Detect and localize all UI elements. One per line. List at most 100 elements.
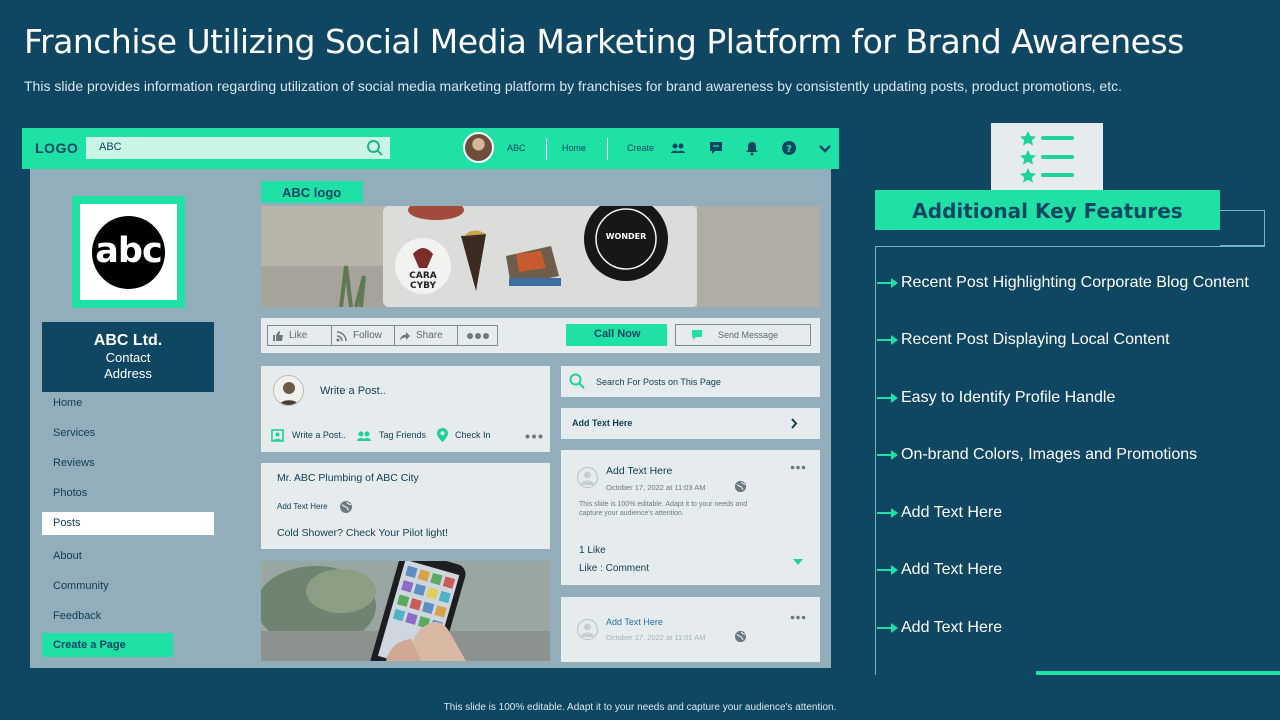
arrow-right-icon [877,565,898,575]
feed-post-title[interactable]: Add Text Here [606,465,672,477]
feed-post-date: October 17, 2022 at 11:01 AM [606,633,706,642]
follow-label: Follow [353,330,382,341]
send-message-label: Send Message [718,330,779,340]
user-name[interactable]: ABC [507,143,526,153]
profile-picture[interactable]: abc [72,196,185,308]
header-outline [1220,210,1265,246]
post-meta: Add Text Here [277,502,328,511]
share-button[interactable]: Share [394,325,458,346]
like-label: Like [289,330,308,341]
write-post-input[interactable]: Write a Post.. [320,385,386,397]
company-address: Address [104,366,152,381]
sidebar-item-feedback[interactable]: Feedback [53,610,101,622]
messenger-icon[interactable] [708,140,724,156]
like-count[interactable]: 1 Like [579,545,606,556]
follow-button[interactable]: Follow [331,325,395,346]
more-dots-icon [467,333,489,339]
call-now-button[interactable]: Call Now [566,324,667,346]
home-link[interactable]: Home [562,143,586,153]
feature-item-label: Recent Post Displaying Local Content [901,331,1170,348]
slide-title: Franchise Utilizing Social Media Marketi… [24,22,1184,61]
feed-post-title[interactable]: Add Text Here [606,617,663,627]
sidebar-item-community[interactable]: Community [53,580,109,592]
globe-icon [734,480,747,493]
features-header: Additional Key Features [875,190,1220,230]
tag-friends-icon [357,431,371,441]
caret-down-icon[interactable] [793,559,803,565]
accent-line [1036,671,1280,675]
phone-photo-image [261,561,550,661]
like-comment-links[interactable]: Like : Comment [579,563,649,574]
post-photo[interactable] [261,561,550,661]
svg-text:?: ? [786,144,792,155]
feature-list-icon-box [991,123,1103,191]
svg-text:CARA: CARA [409,271,437,281]
cover-image: CARA CYBY WONDER [261,206,820,307]
like-button[interactable]: Like [267,325,332,346]
rss-icon [336,331,347,342]
features-header-label: Additional Key Features [912,199,1183,223]
social-topbar: LOGO ABC ABC Home Create ? [22,128,839,169]
feature-item-label: Add Text Here [901,504,1003,521]
bell-icon[interactable] [744,140,760,156]
globe-icon [734,630,747,643]
svg-text:CYBY: CYBY [410,281,436,291]
abc-logo-image: abc [92,216,165,289]
help-icon[interactable]: ? [781,140,797,156]
chevron-right-icon[interactable] [790,418,798,429]
arrow-right-icon [877,278,898,288]
search-icon[interactable] [366,139,384,157]
add-text-bar[interactable]: Add Text Here [561,408,820,439]
friends-icon[interactable] [670,140,686,156]
page-search-placeholder: Search For Posts on This Page [596,377,721,387]
add-text-bar-label: Add Text Here [572,418,633,428]
check-in-action[interactable]: Check In [455,430,491,440]
chevron-down-icon[interactable] [817,140,833,156]
feed-post-card: Add Text Here October 17, 2022 at 11:01 … [561,597,820,662]
write-post-action[interactable]: Write a Post.. [292,430,346,440]
search-value: ABC [99,141,122,153]
post-author[interactable]: Mr. ABC Plumbing of ABC City [277,472,419,484]
more-button[interactable] [457,325,498,346]
avatar [273,375,304,406]
logo[interactable]: LOGO [35,140,78,156]
tag-friends-action[interactable]: Tag Friends [379,430,426,440]
svg-text:WONDER: WONDER [606,232,647,241]
more-dots-icon[interactable] [790,615,806,620]
feed-post-card: Add Text Here October 17, 2022 at 11:03 … [561,450,820,585]
avatar[interactable] [463,132,494,163]
call-now-label: Call Now [594,328,641,340]
cover-photo[interactable]: CARA CYBY WONDER [261,206,820,307]
page-search-input[interactable]: Search For Posts on This Page [561,366,820,397]
sidebar-item-home[interactable]: Home [53,397,82,409]
slide-subtitle: This slide provides information regardin… [24,78,1122,94]
divider [607,138,608,160]
footer-note: This slide is 100% editable. Adapt it to… [443,702,837,713]
more-dots-icon[interactable] [525,434,543,439]
star-list-icon [1020,131,1074,183]
post-card: Mr. ABC Plumbing of ABC City Add Text He… [261,463,550,549]
company-info: ABC Ltd. Contact Address [42,322,214,392]
create-link[interactable]: Create [627,143,654,153]
thumbs-up-icon [273,331,283,341]
search-icon [569,373,585,389]
create-page-button[interactable]: Create a Page [42,633,173,657]
sidebar-item-services[interactable]: Services [53,427,95,439]
avatar [577,619,598,640]
search-input[interactable]: ABC [86,137,390,159]
sidebar-item-photos[interactable]: Photos [53,487,87,499]
divider [546,138,547,160]
sidebar-item-reviews[interactable]: Reviews [53,457,95,469]
feed-post-body-line2: capture your audience's attention. [579,510,684,517]
arrow-right-icon [877,623,898,633]
arrow-right-icon [877,508,898,518]
sidebar-item-about[interactable]: About [53,550,82,562]
sidebar-item-posts[interactable]: Posts [42,512,214,535]
page-logo-label: ABC logo [282,185,342,200]
globe-icon [340,501,352,513]
more-dots-icon[interactable] [790,465,806,470]
send-message-button[interactable]: Send Message [675,324,811,346]
feature-item-label: On-brand Colors, Images and Promotions [901,446,1198,463]
arrow-right-icon [877,450,898,460]
avatar [577,467,598,488]
